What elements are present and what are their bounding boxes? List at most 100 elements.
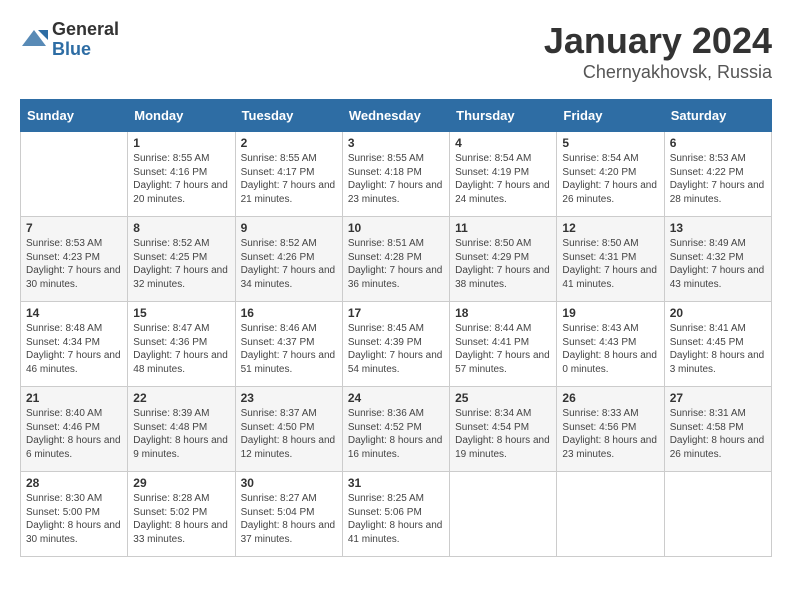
day-number: 8 — [133, 221, 229, 235]
cell-content: Sunrise: 8:36 AMSunset: 4:52 PMDaylight:… — [348, 407, 444, 461]
weekday-header-row: SundayMondayTuesdayWednesdayThursdayFrid… — [21, 100, 772, 132]
cell-content: Sunrise: 8:46 AMSunset: 4:37 PMDaylight:… — [241, 322, 337, 376]
calendar-cell: 10 Sunrise: 8:51 AMSunset: 4:28 PMDaylig… — [342, 217, 449, 302]
calendar-week-2: 7 Sunrise: 8:53 AMSunset: 4:23 PMDayligh… — [21, 217, 772, 302]
day-number: 16 — [241, 306, 337, 320]
calendar-week-3: 14 Sunrise: 8:48 AMSunset: 4:34 PMDaylig… — [21, 302, 772, 387]
logo-blue: Blue — [52, 40, 119, 60]
cell-content: Sunrise: 8:33 AMSunset: 4:56 PMDaylight:… — [562, 407, 658, 461]
cell-content: Sunrise: 8:41 AMSunset: 4:45 PMDaylight:… — [670, 322, 766, 376]
cell-content: Sunrise: 8:40 AMSunset: 4:46 PMDaylight:… — [26, 407, 122, 461]
calendar-cell: 31 Sunrise: 8:25 AMSunset: 5:06 PMDaylig… — [342, 472, 449, 557]
title-section: January 2024 Chernyakhovsk, Russia — [544, 20, 772, 83]
calendar-cell: 3 Sunrise: 8:55 AMSunset: 4:18 PMDayligh… — [342, 132, 449, 217]
day-number: 21 — [26, 391, 122, 405]
location-title: Chernyakhovsk, Russia — [544, 62, 772, 83]
day-number: 29 — [133, 476, 229, 490]
cell-content: Sunrise: 8:27 AMSunset: 5:04 PMDaylight:… — [241, 492, 337, 546]
calendar-cell: 26 Sunrise: 8:33 AMSunset: 4:56 PMDaylig… — [557, 387, 664, 472]
cell-content: Sunrise: 8:55 AMSunset: 4:18 PMDaylight:… — [348, 152, 444, 206]
calendar-cell: 29 Sunrise: 8:28 AMSunset: 5:02 PMDaylig… — [128, 472, 235, 557]
calendar-cell: 18 Sunrise: 8:44 AMSunset: 4:41 PMDaylig… — [450, 302, 557, 387]
calendar-cell: 17 Sunrise: 8:45 AMSunset: 4:39 PMDaylig… — [342, 302, 449, 387]
day-number: 1 — [133, 136, 229, 150]
day-number: 23 — [241, 391, 337, 405]
day-number: 20 — [670, 306, 766, 320]
cell-content: Sunrise: 8:49 AMSunset: 4:32 PMDaylight:… — [670, 237, 766, 291]
day-number: 13 — [670, 221, 766, 235]
cell-content: Sunrise: 8:55 AMSunset: 4:16 PMDaylight:… — [133, 152, 229, 206]
day-number: 3 — [348, 136, 444, 150]
calendar-cell: 8 Sunrise: 8:52 AMSunset: 4:25 PMDayligh… — [128, 217, 235, 302]
calendar-cell: 23 Sunrise: 8:37 AMSunset: 4:50 PMDaylig… — [235, 387, 342, 472]
day-number: 17 — [348, 306, 444, 320]
calendar-cell: 22 Sunrise: 8:39 AMSunset: 4:48 PMDaylig… — [128, 387, 235, 472]
cell-content: Sunrise: 8:55 AMSunset: 4:17 PMDaylight:… — [241, 152, 337, 206]
calendar-cell: 1 Sunrise: 8:55 AMSunset: 4:16 PMDayligh… — [128, 132, 235, 217]
logo-text: General Blue — [52, 20, 119, 60]
calendar-cell: 21 Sunrise: 8:40 AMSunset: 4:46 PMDaylig… — [21, 387, 128, 472]
cell-content: Sunrise: 8:47 AMSunset: 4:36 PMDaylight:… — [133, 322, 229, 376]
cell-content: Sunrise: 8:31 AMSunset: 4:58 PMDaylight:… — [670, 407, 766, 461]
month-title: January 2024 — [544, 20, 772, 62]
cell-content: Sunrise: 8:54 AMSunset: 4:19 PMDaylight:… — [455, 152, 551, 206]
calendar-cell: 20 Sunrise: 8:41 AMSunset: 4:45 PMDaylig… — [664, 302, 771, 387]
calendar-cell: 11 Sunrise: 8:50 AMSunset: 4:29 PMDaylig… — [450, 217, 557, 302]
day-number: 26 — [562, 391, 658, 405]
weekday-header-monday: Monday — [128, 100, 235, 132]
day-number: 10 — [348, 221, 444, 235]
calendar-cell — [664, 472, 771, 557]
cell-content: Sunrise: 8:52 AMSunset: 4:26 PMDaylight:… — [241, 237, 337, 291]
day-number: 14 — [26, 306, 122, 320]
day-number: 27 — [670, 391, 766, 405]
cell-content: Sunrise: 8:50 AMSunset: 4:29 PMDaylight:… — [455, 237, 551, 291]
day-number: 15 — [133, 306, 229, 320]
calendar-cell — [557, 472, 664, 557]
calendar-cell: 30 Sunrise: 8:27 AMSunset: 5:04 PMDaylig… — [235, 472, 342, 557]
cell-content: Sunrise: 8:34 AMSunset: 4:54 PMDaylight:… — [455, 407, 551, 461]
cell-content: Sunrise: 8:45 AMSunset: 4:39 PMDaylight:… — [348, 322, 444, 376]
cell-content: Sunrise: 8:39 AMSunset: 4:48 PMDaylight:… — [133, 407, 229, 461]
cell-content: Sunrise: 8:53 AMSunset: 4:22 PMDaylight:… — [670, 152, 766, 206]
day-number: 22 — [133, 391, 229, 405]
day-number: 24 — [348, 391, 444, 405]
calendar-cell: 6 Sunrise: 8:53 AMSunset: 4:22 PMDayligh… — [664, 132, 771, 217]
day-number: 31 — [348, 476, 444, 490]
calendar-cell: 25 Sunrise: 8:34 AMSunset: 4:54 PMDaylig… — [450, 387, 557, 472]
day-number: 5 — [562, 136, 658, 150]
weekday-header-friday: Friday — [557, 100, 664, 132]
logo-general: General — [52, 20, 119, 40]
cell-content: Sunrise: 8:51 AMSunset: 4:28 PMDaylight:… — [348, 237, 444, 291]
calendar-week-5: 28 Sunrise: 8:30 AMSunset: 5:00 PMDaylig… — [21, 472, 772, 557]
weekday-header-thursday: Thursday — [450, 100, 557, 132]
calendar-cell — [21, 132, 128, 217]
day-number: 12 — [562, 221, 658, 235]
calendar-cell: 13 Sunrise: 8:49 AMSunset: 4:32 PMDaylig… — [664, 217, 771, 302]
day-number: 25 — [455, 391, 551, 405]
calendar-cell: 15 Sunrise: 8:47 AMSunset: 4:36 PMDaylig… — [128, 302, 235, 387]
calendar-cell: 12 Sunrise: 8:50 AMSunset: 4:31 PMDaylig… — [557, 217, 664, 302]
day-number: 6 — [670, 136, 766, 150]
calendar-week-1: 1 Sunrise: 8:55 AMSunset: 4:16 PMDayligh… — [21, 132, 772, 217]
calendar-cell: 7 Sunrise: 8:53 AMSunset: 4:23 PMDayligh… — [21, 217, 128, 302]
calendar-cell — [450, 472, 557, 557]
logo: General Blue — [20, 20, 119, 60]
calendar-cell: 4 Sunrise: 8:54 AMSunset: 4:19 PMDayligh… — [450, 132, 557, 217]
cell-content: Sunrise: 8:54 AMSunset: 4:20 PMDaylight:… — [562, 152, 658, 206]
weekday-header-wednesday: Wednesday — [342, 100, 449, 132]
calendar-cell: 28 Sunrise: 8:30 AMSunset: 5:00 PMDaylig… — [21, 472, 128, 557]
day-number: 28 — [26, 476, 122, 490]
cell-content: Sunrise: 8:30 AMSunset: 5:00 PMDaylight:… — [26, 492, 122, 546]
cell-content: Sunrise: 8:48 AMSunset: 4:34 PMDaylight:… — [26, 322, 122, 376]
page-header: General Blue January 2024 Chernyakhovsk,… — [20, 20, 772, 83]
calendar-cell: 5 Sunrise: 8:54 AMSunset: 4:20 PMDayligh… — [557, 132, 664, 217]
day-number: 4 — [455, 136, 551, 150]
cell-content: Sunrise: 8:44 AMSunset: 4:41 PMDaylight:… — [455, 322, 551, 376]
calendar-table: SundayMondayTuesdayWednesdayThursdayFrid… — [20, 99, 772, 557]
day-number: 18 — [455, 306, 551, 320]
day-number: 9 — [241, 221, 337, 235]
weekday-header-saturday: Saturday — [664, 100, 771, 132]
calendar-week-4: 21 Sunrise: 8:40 AMSunset: 4:46 PMDaylig… — [21, 387, 772, 472]
calendar-cell: 9 Sunrise: 8:52 AMSunset: 4:26 PMDayligh… — [235, 217, 342, 302]
cell-content: Sunrise: 8:52 AMSunset: 4:25 PMDaylight:… — [133, 237, 229, 291]
